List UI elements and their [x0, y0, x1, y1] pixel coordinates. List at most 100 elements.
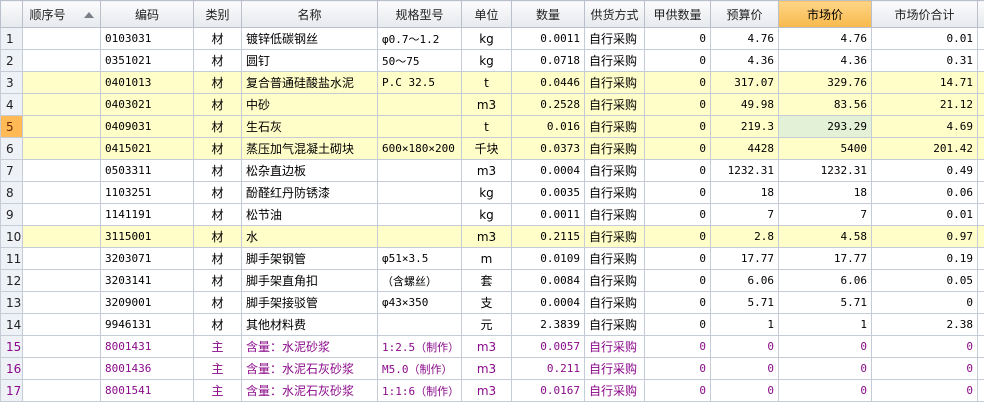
name-cell[interactable]: 其他材料费 [241, 313, 378, 336]
quantity-cell[interactable]: 0.0109 [511, 247, 585, 270]
budget-price-cell[interactable]: 6.06 [710, 269, 779, 292]
spec-cell[interactable] [377, 159, 462, 182]
unit-cell[interactable]: kg [461, 27, 512, 50]
seq-cell[interactable] [22, 335, 101, 358]
seq-cell[interactable] [22, 181, 101, 204]
extra-cell[interactable] [977, 203, 984, 226]
budget-price-cell[interactable]: 1232.31 [710, 159, 779, 182]
col-header-unit[interactable]: 单位 [461, 0, 512, 28]
owner-qty-cell[interactable]: 0 [644, 357, 711, 380]
extra-cell[interactable] [977, 335, 984, 358]
corner-cell[interactable] [0, 0, 23, 28]
seq-cell[interactable] [22, 269, 101, 292]
market-total-cell[interactable]: 0.97 [871, 225, 978, 248]
name-cell[interactable]: 复合普通硅酸盐水泥 [241, 71, 378, 94]
name-cell[interactable]: 脚手架接驳管 [241, 291, 378, 314]
market-price-cell[interactable]: 1232.31 [778, 159, 872, 182]
extra-cell[interactable] [977, 71, 984, 94]
market-total-cell[interactable]: 2.38 [871, 313, 978, 336]
name-cell[interactable]: 松节油 [241, 203, 378, 226]
unit-cell[interactable]: m [461, 247, 512, 270]
market-price-cell[interactable]: 0 [778, 335, 872, 358]
name-cell[interactable]: 中砂 [241, 93, 378, 116]
spec-cell[interactable]: 600×180×200 [377, 137, 462, 160]
col-header-owner-qty[interactable]: 甲供数量 [644, 0, 711, 28]
owner-qty-cell[interactable]: 0 [644, 335, 711, 358]
quantity-cell[interactable]: 2.3839 [511, 313, 585, 336]
extra-cell[interactable] [977, 49, 984, 72]
category-cell[interactable]: 材 [193, 49, 242, 72]
seq-cell[interactable] [22, 357, 101, 380]
budget-price-cell[interactable]: 0 [710, 379, 779, 402]
row-number[interactable]: 6 [0, 137, 23, 160]
market-price-cell[interactable]: 5.71 [778, 291, 872, 314]
col-header-market-total[interactable]: 市场价合计 [871, 0, 978, 28]
name-cell[interactable]: 圆钉 [241, 49, 378, 72]
unit-cell[interactable]: m3 [461, 93, 512, 116]
row-number[interactable]: 15 [0, 335, 23, 358]
category-cell[interactable]: 材 [193, 247, 242, 270]
code-cell[interactable]: 0401013 [100, 71, 194, 94]
spec-cell[interactable]: φ51×3.5 [377, 247, 462, 270]
spec-cell[interactable] [377, 115, 462, 138]
owner-qty-cell[interactable]: 0 [644, 137, 711, 160]
market-total-cell[interactable]: 4.69 [871, 115, 978, 138]
unit-cell[interactable]: t [461, 71, 512, 94]
row-number[interactable]: 5 [0, 115, 23, 138]
col-header-budget-price[interactable]: 预算价 [710, 0, 779, 28]
market-total-cell[interactable]: 0.31 [871, 49, 978, 72]
name-cell[interactable]: 松杂直边板 [241, 159, 378, 182]
market-total-cell[interactable]: 0 [871, 357, 978, 380]
supply-cell[interactable]: 自行采购 [584, 335, 645, 358]
col-header-quantity[interactable]: 数量 [511, 0, 585, 28]
quantity-cell[interactable]: 0.0373 [511, 137, 585, 160]
quantity-cell[interactable]: 0.0446 [511, 71, 585, 94]
row-number[interactable]: 4 [0, 93, 23, 116]
seq-cell[interactable] [22, 49, 101, 72]
supply-cell[interactable]: 自行采购 [584, 159, 645, 182]
market-total-cell[interactable]: 0.01 [871, 203, 978, 226]
owner-qty-cell[interactable]: 0 [644, 71, 711, 94]
category-cell[interactable]: 材 [193, 137, 242, 160]
row-number[interactable]: 10 [0, 225, 23, 248]
market-price-cell[interactable]: 7 [778, 203, 872, 226]
market-total-cell[interactable]: 0 [871, 291, 978, 314]
table-row[interactable]: 5 0409031 材生石灰 t 0.016 自行采购 0 219.3 293.29 4.69 [0, 115, 984, 138]
market-price-cell[interactable]: 0 [778, 379, 872, 402]
market-price-cell[interactable]: 83.56 [778, 93, 872, 116]
code-cell[interactable]: 3209001 [100, 291, 194, 314]
owner-qty-cell[interactable]: 0 [644, 247, 711, 270]
col-header-supply[interactable]: 供货方式 [584, 0, 645, 28]
seq-cell[interactable] [22, 225, 101, 248]
code-cell[interactable]: 0351021 [100, 49, 194, 72]
budget-price-cell[interactable]: 18 [710, 181, 779, 204]
owner-qty-cell[interactable]: 0 [644, 269, 711, 292]
spec-cell[interactable]: P.C 32.5 [377, 71, 462, 94]
category-cell[interactable]: 材 [193, 71, 242, 94]
code-cell[interactable]: 1141191 [100, 203, 194, 226]
name-cell[interactable]: 酚醛红丹防锈漆 [241, 181, 378, 204]
code-cell[interactable]: 0409031 [100, 115, 194, 138]
name-cell[interactable]: 含量：水泥石灰砂浆 [241, 379, 378, 402]
category-cell[interactable]: 材 [193, 225, 242, 248]
owner-qty-cell[interactable]: 0 [644, 313, 711, 336]
code-cell[interactable]: 0503311 [100, 159, 194, 182]
code-cell[interactable]: 8001541 [100, 379, 194, 402]
name-cell[interactable]: 脚手架直角扣 [241, 269, 378, 292]
quantity-cell[interactable]: 0.211 [511, 357, 585, 380]
quantity-cell[interactable]: 0.2115 [511, 225, 585, 248]
category-cell[interactable]: 材 [193, 203, 242, 226]
owner-qty-cell[interactable]: 0 [644, 27, 711, 50]
extra-cell[interactable] [977, 247, 984, 270]
market-price-cell[interactable]: 4.36 [778, 49, 872, 72]
unit-cell[interactable]: m3 [461, 225, 512, 248]
spec-cell[interactable]: M5.0（制作） [377, 357, 462, 380]
market-total-cell[interactable]: 21.12 [871, 93, 978, 116]
budget-price-cell[interactable]: 219.3 [710, 115, 779, 138]
spec-cell[interactable]: 50～75 [377, 49, 462, 72]
owner-qty-cell[interactable]: 0 [644, 181, 711, 204]
quantity-cell[interactable]: 0.0011 [511, 27, 585, 50]
unit-cell[interactable]: kg [461, 181, 512, 204]
market-price-cell[interactable]: 293.29 [778, 115, 872, 138]
extra-cell[interactable] [977, 93, 984, 116]
